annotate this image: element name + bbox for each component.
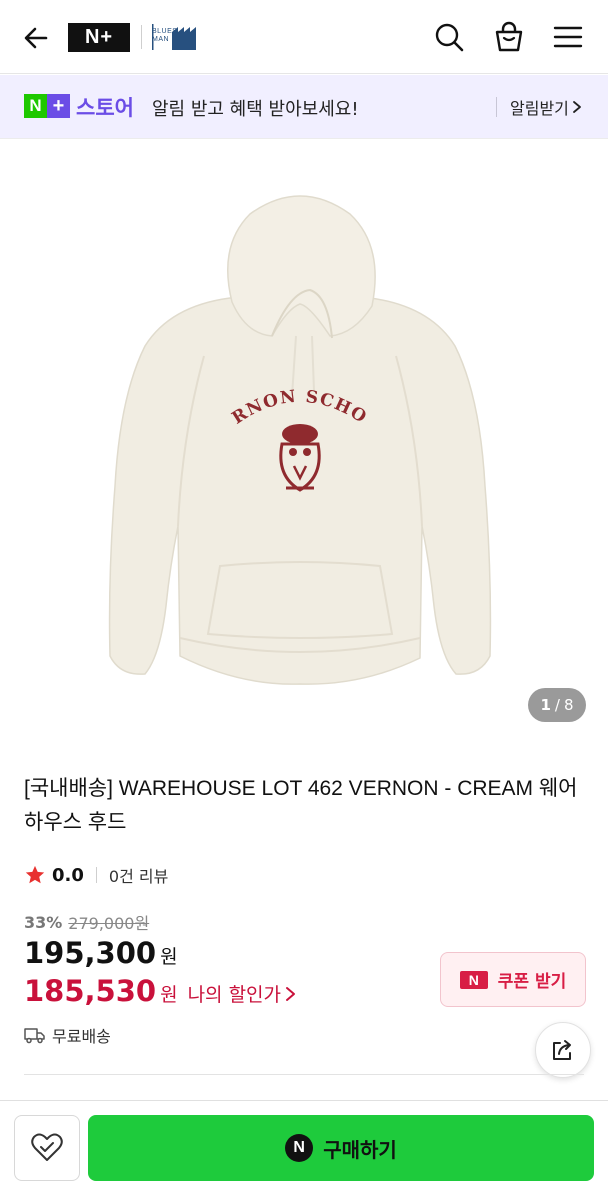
chevron-right-icon xyxy=(572,101,581,113)
my-price-row[interactable]: 185,530 원 나의 할인가 xyxy=(24,974,296,1008)
banner-divider xyxy=(496,97,497,117)
shipping-label: 무료배송 xyxy=(52,1027,111,1046)
logo-divider xyxy=(141,25,142,49)
naver-plus-logo[interactable]: N+ xyxy=(68,23,130,52)
bottom-purchase-bar: N 구매하기 xyxy=(0,1100,608,1200)
search-icon[interactable] xyxy=(432,20,466,54)
pager-total: 8 xyxy=(563,696,574,714)
my-discount-price: 185,530 xyxy=(24,974,157,1008)
pager-separator: / xyxy=(554,696,560,714)
brand-logo-text: BLUES MAN xyxy=(152,28,178,43)
my-price-label: 나의 할인가 xyxy=(187,984,282,1006)
rating-divider xyxy=(95,867,97,883)
badge-plus: + xyxy=(47,94,70,118)
discount-row: 33% 279,000원 xyxy=(24,910,149,934)
store-notification-banner[interactable]: N + 스토어 알림 받고 혜택 받아보세요! 알림받기 xyxy=(0,75,608,139)
sale-price-row: 195,300 원 xyxy=(24,936,178,970)
banner-message: 알림 받고 혜택 받아보세요! xyxy=(152,99,359,120)
shopping-bag-icon[interactable] xyxy=(492,20,526,54)
share-icon xyxy=(553,1040,571,1060)
buy-button[interactable]: N 구매하기 xyxy=(88,1115,594,1181)
badge-n: N xyxy=(24,94,47,118)
star-icon xyxy=(25,865,45,884)
my-price-currency: 원 xyxy=(160,984,178,1006)
review-count[interactable]: 0건 리뷰 xyxy=(109,863,168,887)
image-pager: 1 / 8 xyxy=(528,688,586,722)
rating-score: 0.0 xyxy=(52,864,84,886)
get-coupon-button[interactable]: N 쿠폰 받기 xyxy=(440,952,586,1007)
section-divider xyxy=(24,1074,584,1075)
menu-icon[interactable] xyxy=(551,20,585,54)
my-price-link[interactable]: 나의 할인가 xyxy=(188,980,296,1007)
discount-rate: 33% xyxy=(24,912,63,932)
heart-icon xyxy=(31,1133,63,1161)
product-title: [국내배송] WAREHOUSE LOT 462 VERNON - CREAM … xyxy=(24,777,578,834)
store-label: 스토어 xyxy=(76,96,134,120)
app-header: N+ BLUES MAN xyxy=(0,0,608,74)
get-notifications-label: 알림받기 xyxy=(510,99,569,118)
share-button[interactable] xyxy=(535,1022,591,1078)
product-image[interactable]: VERNON SCHOOL xyxy=(100,186,500,706)
naver-plus-store-badge: N + xyxy=(24,94,70,118)
original-price: 279,000원 xyxy=(68,914,150,933)
get-notifications-link[interactable]: 알림받기 xyxy=(510,95,582,119)
pager-current: 1 xyxy=(540,696,551,714)
get-coupon-label: 쿠폰 받기 xyxy=(497,972,567,992)
buy-label: 구매하기 xyxy=(323,1137,397,1162)
wishlist-button[interactable] xyxy=(14,1115,80,1181)
back-arrow-icon[interactable] xyxy=(20,22,52,54)
coupon-icon: N xyxy=(459,970,488,989)
delivery-truck-icon xyxy=(24,1028,45,1044)
product-image-gallery[interactable]: VERNON SCHOOL 1 / 8 xyxy=(0,140,608,744)
sale-price-currency: 원 xyxy=(160,946,178,968)
chevron-right-icon xyxy=(286,986,296,1001)
naver-pay-icon: N xyxy=(285,1134,314,1162)
sale-price: 195,300 xyxy=(24,936,157,970)
shipping-info: 무료배송 xyxy=(24,1023,111,1047)
rating-row[interactable]: 0.0 0건 리뷰 xyxy=(24,862,168,888)
